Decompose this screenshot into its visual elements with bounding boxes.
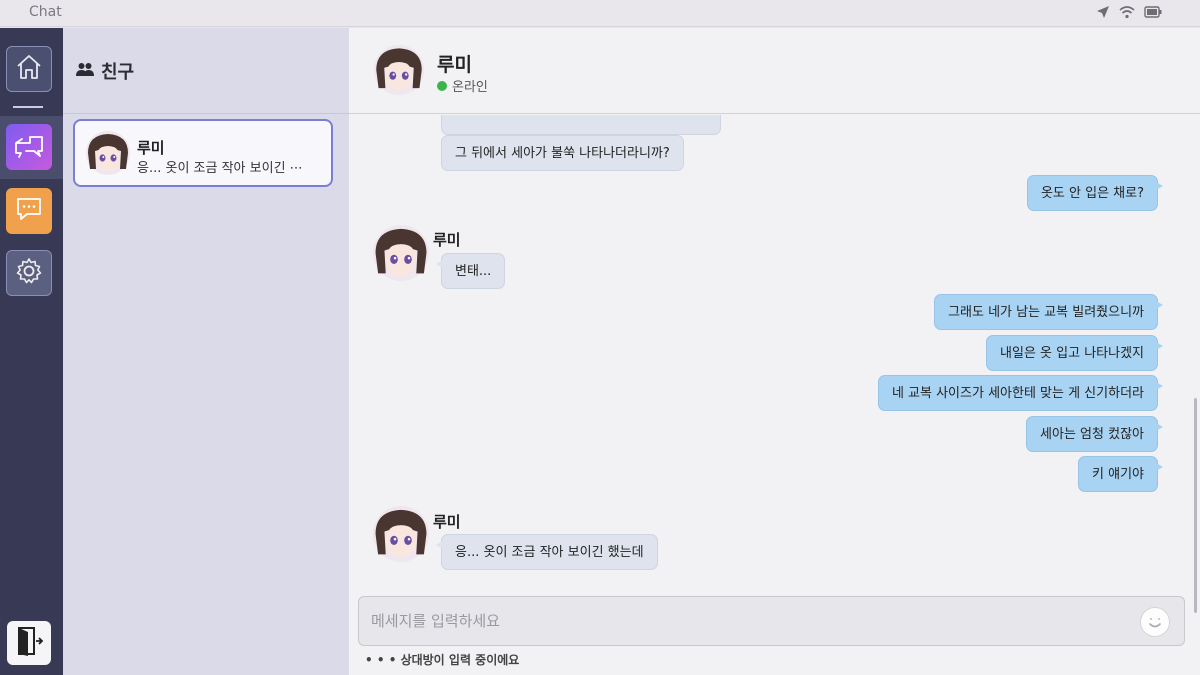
friend-list-item[interactable]: 루미 응... 옷이 조금 작아 보이긴 ⋯ xyxy=(73,119,333,187)
nav-settings-button[interactable] xyxy=(6,250,52,296)
online-status-label: 온라인 xyxy=(452,80,488,95)
exit-door-icon xyxy=(14,625,44,661)
message-composer xyxy=(358,596,1185,646)
message-bubble-sent: 네 교복 사이즈가 세아한테 맞는 게 신기하더라 xyxy=(877,375,1164,411)
typing-indicator-label: 상대방이 입력 중이에요 xyxy=(400,653,520,667)
chat-swap-icon xyxy=(13,131,45,163)
message-bubble-sent: 키 얘기야 xyxy=(1078,456,1163,492)
friend-last-message: 응... 옷이 조금 작아 보이긴 ⋯ xyxy=(137,161,303,176)
sender-name: 루미 xyxy=(433,513,461,531)
message-input[interactable] xyxy=(359,597,1129,645)
typing-indicator: • • • 상대방이 입력 중이에요 xyxy=(365,651,519,668)
location-icon xyxy=(1096,5,1110,19)
system-status-icons xyxy=(1096,5,1162,19)
friends-title: 친구 xyxy=(101,61,135,83)
friend-name: 루미 xyxy=(137,139,165,157)
avatar xyxy=(86,131,130,179)
message-bubble-sent: 내일은 옷 입고 나타나겠지 xyxy=(986,335,1163,371)
people-icon xyxy=(75,61,95,81)
chat-header: 루미 온라인 xyxy=(349,28,1200,114)
message-bubble-sent: 세아는 엄청 컸잖아 xyxy=(1026,416,1163,452)
home-icon xyxy=(14,52,44,86)
speech-bubble-icon xyxy=(15,196,43,226)
message-bubble-received: 그 뒤에서 세아가 불쑥 나타나더라니까? xyxy=(441,135,684,171)
nav-chats-button[interactable] xyxy=(6,124,52,170)
message-bubble-partial xyxy=(441,115,721,135)
nav-rail xyxy=(0,28,63,675)
online-status: 온라인 xyxy=(437,76,488,95)
message-bubble-received: 응... 옷이 조금 작아 보이긴 했는데 xyxy=(436,534,658,570)
nav-exit-button[interactable] xyxy=(7,621,51,665)
chat-panel: 루미 온라인 그 뒤에서 세아가 불쑥 나타나더라니까? 옷도 안 입은 채로?… xyxy=(349,28,1200,675)
online-dot-icon xyxy=(437,80,447,91)
nav-talk-button[interactable] xyxy=(6,188,52,234)
nav-home-button[interactable] xyxy=(6,46,52,92)
rail-divider xyxy=(13,106,43,108)
status-bar: Chat xyxy=(0,0,1200,27)
avatar[interactable] xyxy=(373,506,429,566)
friends-panel: 친구 루미 응... 옷이 조금 작아 보이긴 ⋯ xyxy=(63,28,349,675)
sender-name: 루미 xyxy=(433,231,461,249)
wifi-icon xyxy=(1119,5,1135,19)
smiley-icon xyxy=(1141,617,1169,640)
friends-header: 친구 xyxy=(63,28,349,114)
gear-icon xyxy=(15,257,43,289)
emoji-button[interactable] xyxy=(1140,607,1170,637)
contact-name: 루미 xyxy=(437,54,472,76)
message-scrollbar[interactable] xyxy=(1194,398,1197,613)
message-list[interactable]: 그 뒤에서 세아가 불쑥 나타나더라니까? 옷도 안 입은 채로? 루미 변태.… xyxy=(349,115,1200,593)
avatar[interactable] xyxy=(374,45,424,99)
message-bubble-sent: 옷도 안 입은 채로? xyxy=(1026,175,1164,211)
battery-icon xyxy=(1144,6,1162,18)
app-title: Chat xyxy=(29,4,62,20)
message-bubble-sent: 그래도 네가 남는 교복 빌려줬으니까 xyxy=(934,294,1163,330)
avatar[interactable] xyxy=(373,225,429,285)
message-bubble-received: 변태... xyxy=(435,253,506,289)
typing-dots-icon: • • • xyxy=(365,653,397,667)
